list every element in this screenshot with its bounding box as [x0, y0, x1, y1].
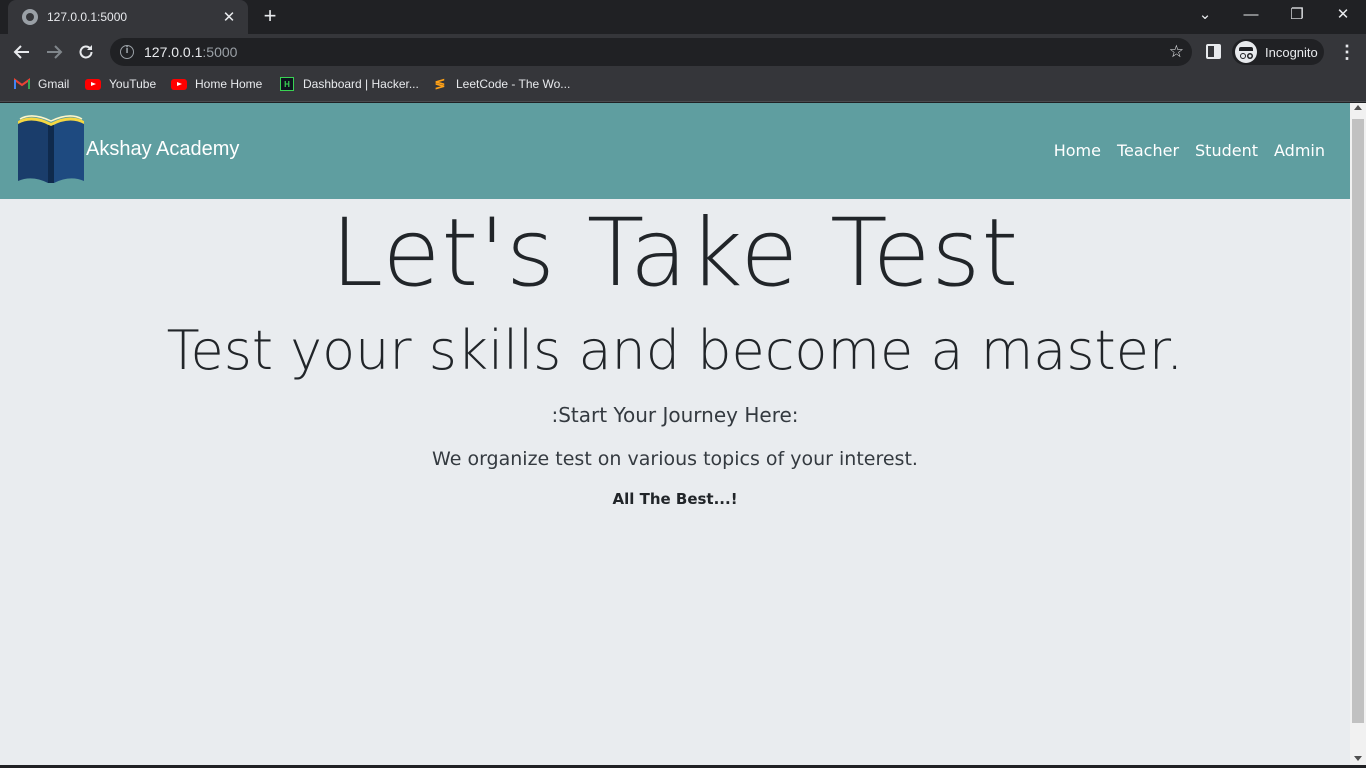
reload-icon: [79, 45, 93, 59]
nav-teacher[interactable]: Teacher: [1117, 141, 1179, 160]
incognito-label: Incognito: [1265, 44, 1318, 60]
scroll-thumb[interactable]: [1352, 119, 1364, 723]
reload-button[interactable]: [72, 38, 100, 66]
tab-close-icon[interactable]: ✕: [220, 8, 238, 26]
tab-title: 127.0.0.1:5000: [47, 10, 128, 24]
leetcode-icon: ≶: [434, 76, 446, 91]
youtube-icon: [85, 76, 101, 92]
incognito-profile-button[interactable]: Incognito: [1232, 39, 1324, 65]
browser-titlebar: 127.0.0.1:5000 ✕ + ⌄ — ❐ ✕: [0, 0, 1366, 34]
page-viewport: Akshay Academy Home Teacher Student Admi…: [0, 103, 1350, 765]
side-panel-icon[interactable]: [1206, 44, 1221, 59]
hero-wishes: All The Best...!: [612, 490, 738, 508]
forward-arrow-icon: [47, 45, 63, 59]
hero-description: We organize test on various topics of yo…: [432, 448, 918, 470]
restore-button[interactable]: ❐: [1274, 0, 1320, 32]
close-window-button[interactable]: ✕: [1320, 0, 1366, 32]
site-info-icon[interactable]: i: [120, 45, 134, 59]
nav-admin[interactable]: Admin: [1274, 141, 1325, 160]
hero-tagline: :Start Your Journey Here:: [551, 403, 799, 427]
back-button[interactable]: [8, 38, 36, 66]
url-text[interactable]: 127.0.0.1:5000: [144, 44, 237, 60]
tab-search-button[interactable]: ⌄: [1182, 0, 1228, 32]
address-bar[interactable]: i 127.0.0.1:5000 ☆: [110, 38, 1192, 66]
book-logo-icon[interactable]: [14, 113, 88, 187]
bookmark-leetcode[interactable]: ≶ LeetCode - The Wo...: [432, 70, 571, 98]
youtube-icon: [171, 76, 187, 92]
site-navbar: Akshay Academy Home Teacher Student Admi…: [0, 103, 1350, 199]
bookmark-hackerrank[interactable]: H Dashboard | Hacker...: [279, 70, 419, 98]
hero-subtitle: Test your skills and become a master.: [166, 319, 1184, 382]
bookmark-youtube[interactable]: YouTube: [85, 70, 156, 98]
hero-title: Let's Take Test: [330, 199, 1020, 308]
gmail-icon: [14, 76, 30, 92]
page-scrollbar[interactable]: [1350, 103, 1366, 765]
forward-button[interactable]: [40, 38, 68, 66]
nav-student[interactable]: Student: [1195, 141, 1258, 160]
scroll-down-arrow-icon[interactable]: [1354, 756, 1362, 761]
bookmarks-bar: Gmail YouTube Home Home H Dashboard | Ha…: [0, 70, 1366, 102]
bookmark-star-icon[interactable]: ☆: [1169, 42, 1184, 62]
site-brand[interactable]: Akshay Academy: [86, 138, 239, 161]
globe-icon: [22, 9, 38, 25]
minimize-button[interactable]: —: [1228, 0, 1274, 32]
hackerrank-icon: H: [279, 76, 295, 92]
scroll-up-arrow-icon[interactable]: [1354, 105, 1362, 110]
back-arrow-icon: [13, 45, 29, 59]
browser-tab[interactable]: 127.0.0.1:5000 ✕: [8, 0, 248, 34]
new-tab-button[interactable]: +: [259, 4, 281, 28]
browser-menu-icon[interactable]: ⋮: [1338, 42, 1356, 62]
bookmark-home-home[interactable]: Home Home: [171, 70, 262, 98]
nav-links: Home Teacher Student Admin: [1054, 141, 1325, 160]
bookmark-gmail[interactable]: Gmail: [14, 70, 69, 98]
incognito-icon: [1235, 41, 1257, 63]
nav-home[interactable]: Home: [1054, 141, 1101, 160]
